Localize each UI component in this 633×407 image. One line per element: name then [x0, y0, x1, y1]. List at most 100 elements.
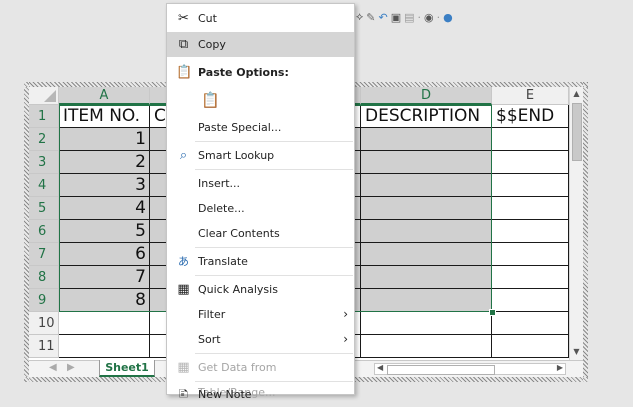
cell-e4[interactable]	[492, 174, 569, 197]
menu-item-sort[interactable]: Sort ›	[167, 327, 354, 352]
menu-item-cut[interactable]: ✂ Cut	[167, 6, 354, 31]
row-header-2[interactable]: 2	[29, 128, 59, 151]
next-sheet-icon[interactable]: ▶	[67, 362, 75, 373]
scroll-left-icon[interactable]: ◀	[377, 363, 383, 372]
menu-item-translate[interactable]: あ Translate	[167, 249, 354, 274]
cell-d3[interactable]	[361, 151, 492, 174]
menu-label-sort: Sort	[198, 333, 221, 346]
cell-a10[interactable]	[59, 312, 150, 335]
menu-item-clear-contents[interactable]: Clear Contents	[167, 221, 354, 246]
scroll-right-icon[interactable]: ▶	[557, 363, 563, 372]
cell-d7[interactable]	[361, 243, 492, 266]
cell-e10[interactable]	[492, 312, 569, 335]
menu-item-delete[interactable]: Delete...	[167, 196, 354, 221]
toolbar-icons: ⟡ ✎ ↶ ▣ ▤ · ◉ · ●	[356, 8, 453, 26]
row-header-6[interactable]: 6	[29, 220, 59, 243]
cell-a4[interactable]: 3	[59, 174, 150, 197]
cell-d5[interactable]	[361, 197, 492, 220]
menu-item-smart-lookup[interactable]: ⌕ Smart Lookup	[167, 143, 354, 168]
menu-label-filter: Filter	[198, 308, 226, 321]
select-all-corner[interactable]	[29, 87, 59, 105]
paste-options-header: 📋 Paste Options:	[167, 60, 354, 85]
prev-sheet-icon[interactable]: ◀	[49, 362, 57, 373]
scroll-up-icon[interactable]: ▲	[571, 88, 582, 100]
row-header-9[interactable]: 9	[29, 289, 59, 312]
cell-e11[interactable]	[492, 335, 569, 358]
scissors-icon: ✂	[178, 11, 189, 26]
screen-icon[interactable]: ▤	[404, 11, 414, 24]
cell-a8[interactable]: 7	[59, 266, 150, 289]
cell-d2[interactable]	[361, 128, 492, 151]
menu-item-copy[interactable]: ⧉ Copy	[167, 32, 354, 57]
menu-item-get-data[interactable]: ▦ Get Data from Table/Range...	[167, 355, 354, 399]
cell-e6[interactable]	[492, 220, 569, 243]
cell-d1[interactable]: DESCRIPTION	[361, 105, 492, 128]
cell-d10[interactable]	[361, 312, 492, 335]
chevron-right-icon: ›	[343, 307, 348, 321]
cell-a1[interactable]: ITEM NO.	[59, 105, 150, 128]
menu-item-filter[interactable]: Filter ›	[167, 302, 354, 327]
dropdown-dot-icon[interactable]: ·	[418, 11, 422, 24]
cell-a6[interactable]: 5	[59, 220, 150, 243]
menu-item-paste-special[interactable]: Paste Special...	[167, 115, 354, 140]
row-header-10[interactable]: 10	[29, 312, 59, 335]
vertical-scrollbar[interactable]: ▲ ▼	[569, 87, 583, 360]
menu-separator	[195, 275, 353, 276]
help-icon[interactable]: ●	[443, 11, 453, 24]
clipboard-icon: 📋	[176, 65, 193, 80]
cell-d6[interactable]	[361, 220, 492, 243]
menu-separator	[195, 353, 353, 354]
scroll-down-icon[interactable]: ▼	[571, 346, 582, 358]
column-header-d[interactable]: D	[361, 87, 492, 105]
cell-d8[interactable]	[361, 266, 492, 289]
fill-handle[interactable]	[489, 309, 496, 316]
menu-label-translate: Translate	[198, 255, 248, 268]
cell-e1[interactable]: $$END	[492, 105, 569, 128]
search-icon: ⌕	[179, 148, 188, 163]
menu-label-quick-analysis: Quick Analysis	[198, 283, 278, 296]
table-icon: ▦	[177, 360, 190, 375]
dropdown-dot-icon[interactable]: ·	[437, 11, 441, 24]
paste-icon: 📋	[201, 91, 220, 109]
cell-d11[interactable]	[361, 335, 492, 358]
row-header-11[interactable]: 11	[29, 335, 59, 358]
cell-a3[interactable]: 2	[59, 151, 150, 174]
horizontal-scrollbar[interactable]: ◀ ▶	[374, 363, 566, 375]
cell-d4[interactable]	[361, 174, 492, 197]
cell-a5[interactable]: 4	[59, 197, 150, 220]
pen-icon[interactable]: ✎	[366, 11, 375, 24]
eye-icon[interactable]: ◉	[424, 11, 434, 24]
cell-e2[interactable]	[492, 128, 569, 151]
row-header-4[interactable]: 4	[29, 174, 59, 197]
cell-e8[interactable]	[492, 266, 569, 289]
cell-a2[interactable]: 1	[59, 128, 150, 151]
menu-item-insert[interactable]: Insert...	[167, 171, 354, 196]
cell-a11[interactable]	[59, 335, 150, 358]
menu-label-smart-lookup: Smart Lookup	[198, 149, 275, 162]
menu-item-quick-analysis[interactable]: ▦ Quick Analysis	[167, 277, 354, 302]
vertical-scroll-thumb[interactable]	[572, 103, 582, 161]
undo-icon[interactable]: ↶	[379, 11, 388, 24]
row-header-1[interactable]: 1	[29, 105, 59, 128]
row-header-3[interactable]: 3	[29, 151, 59, 174]
menu-label-clear-contents: Clear Contents	[198, 227, 280, 240]
horizontal-scroll-thumb[interactable]	[387, 365, 495, 375]
context-menu: ✂ Cut ⧉ Copy 📋 Paste Options: 📋 Paste Sp…	[166, 3, 355, 402]
lasso-icon[interactable]: ⟡	[356, 10, 363, 24]
cell-d9[interactable]	[361, 289, 492, 312]
camera-icon[interactable]: ▣	[391, 11, 401, 24]
cell-e3[interactable]	[492, 151, 569, 174]
sheet-tab-sheet1[interactable]: Sheet1	[99, 360, 155, 377]
row-header-8[interactable]: 8	[29, 266, 59, 289]
paste-button[interactable]: 📋	[167, 87, 354, 115]
cell-e7[interactable]	[492, 243, 569, 266]
cell-a7[interactable]: 6	[59, 243, 150, 266]
menu-label-paste-options: Paste Options:	[198, 66, 289, 79]
row-header-5[interactable]: 5	[29, 197, 59, 220]
row-header-7[interactable]: 7	[29, 243, 59, 266]
column-header-a[interactable]: A	[59, 87, 150, 105]
cell-e5[interactable]	[492, 197, 569, 220]
cell-a9[interactable]: 8	[59, 289, 150, 312]
column-header-e[interactable]: E	[492, 87, 569, 105]
cell-e9[interactable]	[492, 289, 569, 312]
